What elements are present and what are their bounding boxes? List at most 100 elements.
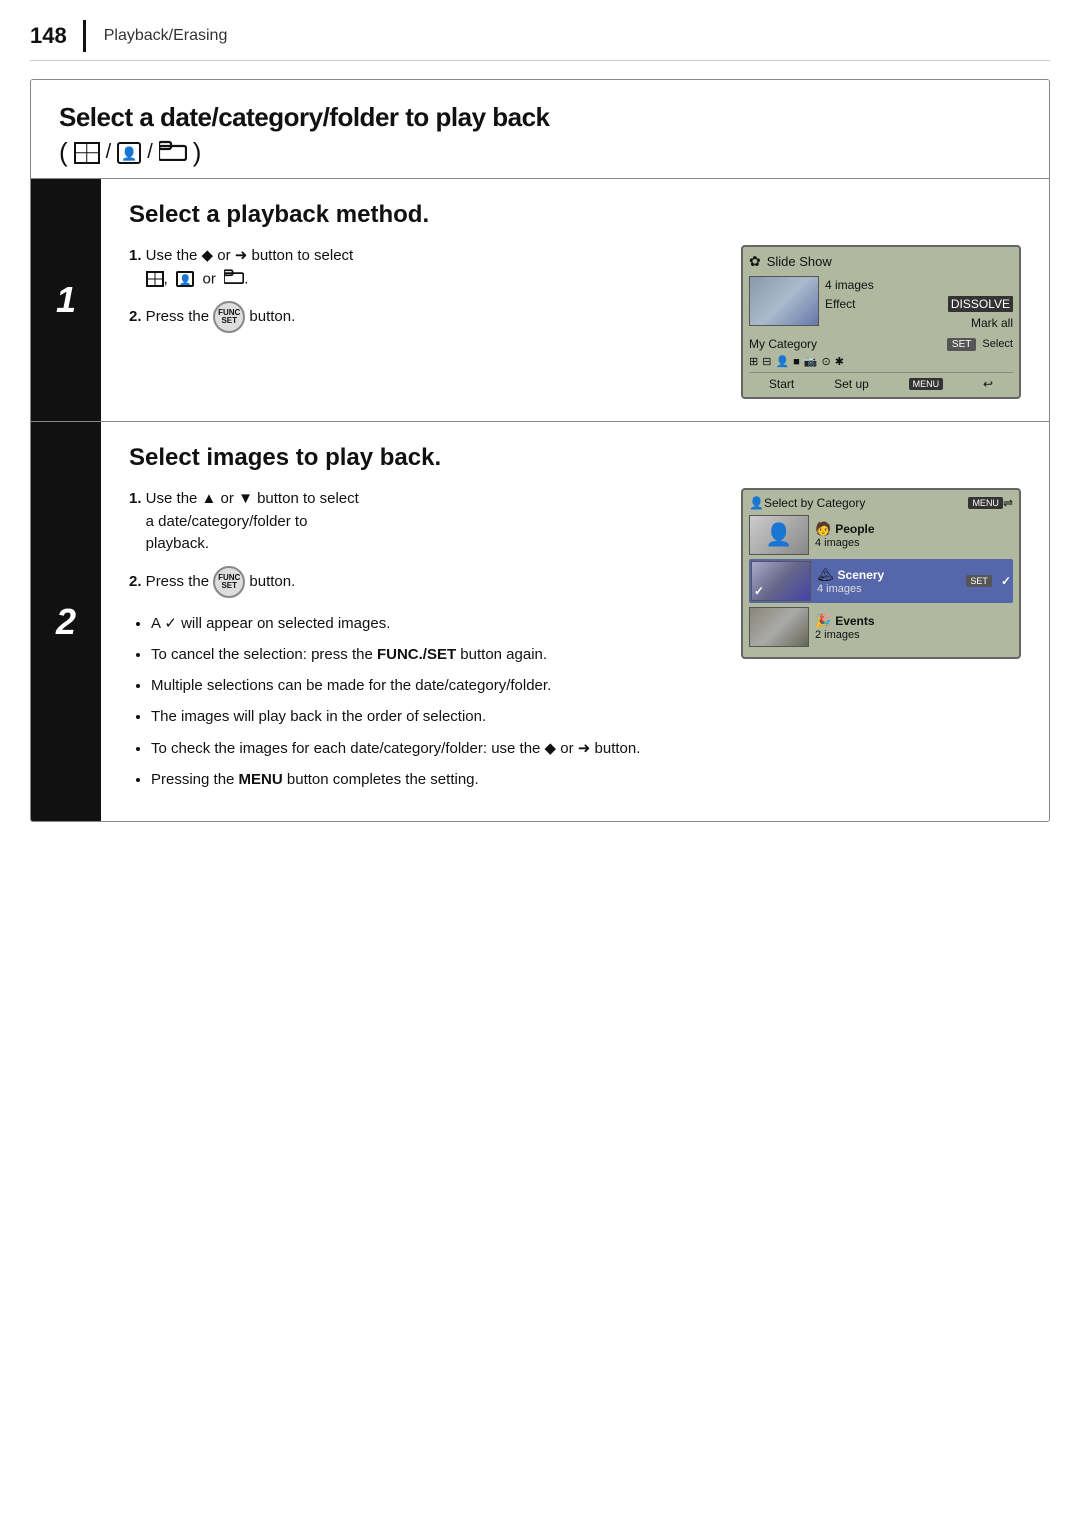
lcd1-effect-label: Effect — [825, 297, 855, 311]
open-paren: ( — [59, 137, 68, 168]
lcd1-start: Start — [769, 377, 794, 391]
lcd2-scenery-label: Scenery — [838, 568, 885, 582]
step2-text: 1. Use the ▲ or ▼ button to select a dat… — [129, 488, 717, 799]
lcd2-thumb-scenery: ✓ — [751, 561, 811, 601]
step2-bullet-list: A ✓ will appear on selected images. To c… — [129, 612, 717, 792]
lcd2-header: 👤 Select by Category MENU ⇌ — [749, 496, 1013, 510]
lcd2-people-info: 🧑 People 4 images — [815, 521, 1013, 549]
section-label: Playback/Erasing — [104, 27, 228, 45]
lcd1-effect-row: Effect DISSOLVE — [825, 294, 1013, 314]
step2-title: Select images to play back. — [129, 444, 1021, 472]
step2-inst2-num: 2. — [129, 572, 142, 589]
bullet-item-4: The images will play back in the order o… — [151, 705, 717, 728]
lcd1-cat-label: My Category — [749, 337, 817, 351]
lcd2-row-scenery: ✓ 🏔 Scenery 4 images SET ✓ — [749, 559, 1013, 603]
step1-body: 1. Use the ◆ or ➜ button to select , 👤 o… — [129, 245, 1021, 399]
lcd2-row-events: 🎉 Events 2 images — [749, 607, 1013, 647]
icon-asterisk-small: ✱ — [835, 355, 844, 368]
lcd2-scenery-count: 4 images — [817, 583, 956, 595]
icon-camera-small: ⊙ — [822, 355, 831, 368]
lcd1-bottom-row: Start Set up MENU ↩ — [749, 372, 1013, 391]
lcd2-row-people: 👤 🧑 People 4 images — [749, 515, 1013, 555]
bullet-item-3: Multiple selections can be made for the … — [151, 674, 717, 697]
step1-title: Select a playback method. — [129, 201, 1021, 229]
lcd2-people-label: People — [835, 522, 874, 536]
lcd2-thumb-people: 👤 — [749, 515, 809, 555]
people-photo: 👤 — [765, 522, 792, 548]
step2-content: Select images to play back. 1. Use the ▲… — [101, 422, 1049, 821]
step2-body: 1. Use the ▲ or ▼ button to select a dat… — [129, 488, 1021, 799]
close-paren: ) — [193, 137, 202, 168]
lcd1-count: 4 images — [825, 278, 874, 292]
func-set-button2: FUNCSET — [213, 566, 245, 598]
lcd2-thumb-events — [749, 607, 809, 647]
step1-instruction1: 1. Use the ◆ or ➜ button to select , 👤 o… — [129, 245, 717, 291]
step1-inst1-num: 1. — [129, 247, 142, 264]
lcd2-set-badge: SET — [966, 575, 992, 587]
icon-video-small: 📷 — [804, 355, 818, 368]
step1-inst2-num: 2. — [129, 308, 142, 325]
lcd2-arrow-icon: ⇌ — [1003, 496, 1013, 510]
lcd2-people-count: 4 images — [815, 537, 1013, 549]
step1-instruction2: 2. Press the FUNCSET button. — [129, 301, 717, 333]
lcd1-thumbnail — [749, 276, 819, 326]
folder-inline-icon — [224, 268, 244, 292]
lcd1-return-icon: ↩ — [983, 377, 993, 391]
bullet-item-2: To cancel the selection: press the FUNC.… — [151, 643, 717, 666]
subtitle-icons: ( / 👤 / ) — [59, 137, 1021, 168]
step2-inst1-num: 1. — [129, 490, 142, 507]
scenery-icon: 🏔 — [817, 567, 834, 583]
lcd2-header-label: Select by Category — [764, 496, 865, 510]
slash-sep1: / — [106, 141, 112, 164]
lcd2-events-count: 2 images — [815, 629, 1013, 641]
icon-grid-small: ⊞ — [749, 355, 758, 368]
lcd1-setup: Set up — [834, 377, 869, 391]
lcd2-scenery-info: 🏔 Scenery 4 images — [817, 567, 956, 595]
content-box: Select a date/category/folder to play ba… — [30, 79, 1050, 822]
lcd2-header-icon: 👤 — [749, 496, 764, 510]
grid-inline-icon — [146, 271, 164, 287]
step1-number: 1 — [31, 179, 101, 421]
lcd1-title: Slide Show — [767, 254, 832, 269]
step2-instruction1: 1. Use the ▲ or ▼ button to select a dat… — [129, 488, 717, 556]
lcd2-check-mark: ✓ — [1001, 574, 1011, 588]
lcd1-markall: Mark all — [971, 316, 1013, 330]
lcd1-info: 4 images Effect DISSOLVE Mark all — [825, 276, 1013, 332]
icon-grid2-small: ⊟ — [762, 355, 771, 368]
lcd1-markall-row: Mark all — [825, 314, 1013, 332]
step2-lcd-screen: 👤 Select by Category MENU ⇌ 👤 — [741, 488, 1021, 659]
main-heading: Select a date/category/folder to play ba… — [59, 102, 1021, 133]
step2-section: 2 Select images to play back. 1. Use the… — [31, 422, 1049, 821]
folder-icon — [159, 139, 187, 167]
page-header: 148 Playback/Erasing — [30, 20, 1050, 61]
lcd1-icons-row: ⊞ ⊟ 👤 ■ 📷 ⊙ ✱ — [749, 355, 1013, 368]
icon-square-small: ■ — [793, 356, 800, 368]
lcd1-category-row: My Category SET Select — [749, 337, 1013, 351]
divider-bar — [83, 20, 86, 52]
main-title-section: Select a date/category/folder to play ba… — [31, 80, 1049, 179]
step2-number: 2 — [31, 422, 101, 821]
lcd2-menu-btn: MENU — [968, 497, 1003, 509]
lcd2-events-info: 🎉 Events 2 images — [815, 613, 1013, 641]
lcd1-main-area: 4 images Effect DISSOLVE Mark all — [749, 276, 1013, 332]
lcd1-effect-value: DISSOLVE — [948, 296, 1013, 312]
icon-face-small: 👤 — [775, 355, 789, 368]
events-icon: 🎉 — [815, 613, 831, 629]
bullet-item-5: To check the images for each date/catego… — [151, 737, 717, 760]
lcd1-cat-action: Select — [979, 338, 1013, 350]
step2-instruction2: 2. Press the FUNCSET button. — [129, 566, 717, 598]
bullet-item-6: Pressing the MENU button completes the s… — [151, 768, 717, 791]
lcd1-menu: MENU — [909, 378, 944, 390]
face-icon: 👤 — [117, 142, 141, 164]
bullet-item-1: A ✓ will appear on selected images. — [151, 612, 717, 635]
step1-content: Select a playback method. 1. Use the ◆ o… — [101, 179, 1049, 421]
page-number: 148 — [30, 23, 67, 49]
flower-icon: ✿ — [749, 253, 761, 270]
step1-text: 1. Use the ◆ or ➜ button to select , 👤 o… — [129, 245, 717, 343]
step1-section: 1 Select a playback method. 1. Use the ◆… — [31, 179, 1049, 422]
lcd1-count-row: 4 images — [825, 276, 1013, 294]
check-overlay: ✓ — [754, 584, 764, 598]
lcd1-title-row: ✿ Slide Show — [749, 253, 1013, 270]
people-icon: 🧑 — [815, 521, 831, 537]
grid-icon — [74, 142, 100, 164]
